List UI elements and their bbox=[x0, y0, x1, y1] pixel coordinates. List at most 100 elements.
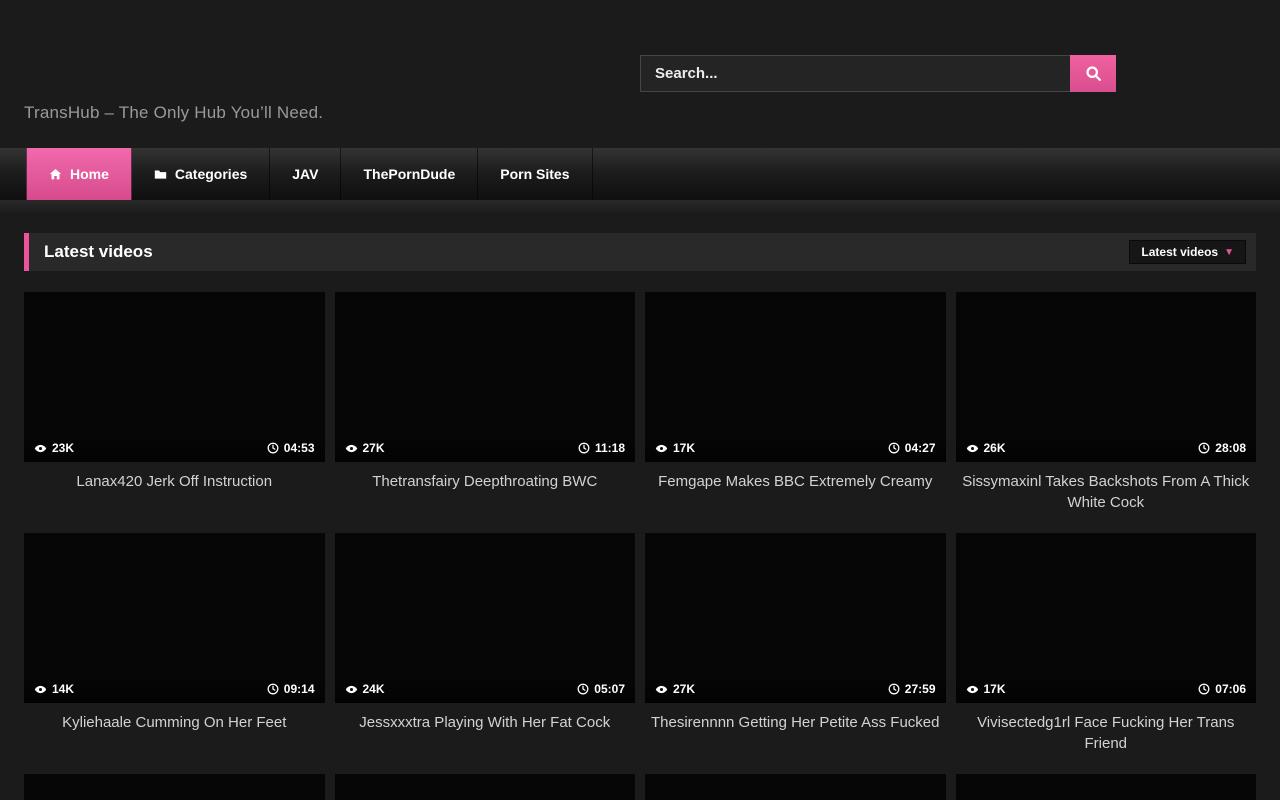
video-thumbnail[interactable] bbox=[335, 774, 636, 800]
nav-item-label: ThePornDude bbox=[363, 166, 455, 182]
video-thumbnail[interactable] bbox=[24, 774, 325, 800]
video-card[interactable]: 24K 05:07 Jessxxxtra Playing With Her Fa… bbox=[335, 533, 636, 749]
eye-icon bbox=[966, 683, 979, 696]
video-card[interactable]: 17K 04:27 Femgape Makes BBC Extremely Cr… bbox=[645, 292, 946, 508]
views-stat: 26K bbox=[966, 441, 1006, 455]
video-stats: 14K 09:14 bbox=[24, 675, 325, 703]
nav-item-porn-sites[interactable]: Porn Sites bbox=[478, 148, 592, 200]
views-stat: 17K bbox=[966, 682, 1006, 696]
video-card[interactable]: 23K 04:53 Lanax420 Jerk Off Instruction bbox=[24, 292, 325, 508]
video-thumbnail[interactable]: 14K 09:14 bbox=[24, 533, 325, 703]
video-thumbnail[interactable]: 27K 27:59 bbox=[645, 533, 946, 703]
video-thumbnail[interactable]: 24K 05:07 bbox=[335, 533, 636, 703]
video-title[interactable]: Jessxxxtra Playing With Her Fat Cock bbox=[335, 703, 636, 733]
video-thumbnail[interactable]: 23K 04:53 bbox=[24, 292, 325, 462]
clock-icon bbox=[1198, 442, 1210, 454]
sort-dropdown-label: Latest videos bbox=[1141, 245, 1218, 259]
duration-label: 04:53 bbox=[284, 441, 315, 455]
video-card-partial[interactable] bbox=[335, 774, 636, 800]
video-stats: 26K 28:08 bbox=[956, 434, 1257, 462]
video-card[interactable]: 27K 11:18 Thetransfairy Deepthroating BW… bbox=[335, 292, 636, 508]
duration-stat: 11:18 bbox=[578, 441, 625, 455]
nav-item-theporndude[interactable]: ThePornDude bbox=[341, 148, 478, 200]
video-card[interactable]: 26K 28:08 Sissymaxinl Takes Backshots Fr… bbox=[956, 292, 1257, 508]
nav-item-label: JAV bbox=[292, 166, 318, 182]
views-count: 24K bbox=[363, 682, 385, 696]
video-thumbnail[interactable]: 17K 04:27 bbox=[645, 292, 946, 462]
video-title[interactable]: Thetransfairy Deepthroating BWC bbox=[335, 462, 636, 492]
main-content: Latest videos Latest videos ▼ 23K 04:53 … bbox=[0, 233, 1280, 800]
video-title[interactable]: Lanax420 Jerk Off Instruction bbox=[24, 462, 325, 492]
clock-icon bbox=[577, 683, 589, 695]
views-stat: 23K bbox=[34, 441, 74, 455]
video-card[interactable]: 14K 09:14 Kyliehaale Cumming On Her Feet bbox=[24, 533, 325, 749]
duration-stat: 07:06 bbox=[1198, 682, 1246, 696]
search-button[interactable] bbox=[1070, 55, 1116, 92]
site-header: TransHub – The Only Hub You’ll Need. bbox=[0, 0, 1280, 148]
views-stat: 27K bbox=[655, 682, 695, 696]
video-card-partial[interactable] bbox=[956, 774, 1257, 800]
views-count: 23K bbox=[52, 441, 74, 455]
video-title[interactable]: Thesirennnn Getting Her Petite Ass Fucke… bbox=[645, 703, 946, 733]
duration-label: 04:27 bbox=[905, 441, 936, 455]
clock-icon bbox=[888, 442, 900, 454]
section-header: Latest videos Latest videos ▼ bbox=[24, 233, 1256, 271]
video-title[interactable]: Kyliehaale Cumming On Her Feet bbox=[24, 703, 325, 733]
views-count: 17K bbox=[984, 682, 1006, 696]
views-count: 17K bbox=[673, 441, 695, 455]
video-card-partial[interactable] bbox=[24, 774, 325, 800]
clock-icon bbox=[1198, 683, 1210, 695]
duration-stat: 04:53 bbox=[267, 441, 315, 455]
section-accent-bar bbox=[24, 233, 29, 271]
views-stat: 17K bbox=[655, 441, 695, 455]
video-card[interactable]: 17K 07:06 Vivisectedg1rl Face Fucking He… bbox=[956, 533, 1257, 749]
video-title[interactable]: Femgape Makes BBC Extremely Creamy bbox=[645, 462, 946, 492]
duration-stat: 04:27 bbox=[888, 441, 936, 455]
video-thumbnail[interactable]: 27K 11:18 bbox=[335, 292, 636, 462]
video-stats: 27K 27:59 bbox=[645, 675, 946, 703]
video-thumbnail[interactable]: 26K 28:08 bbox=[956, 292, 1257, 462]
home-icon bbox=[49, 168, 62, 181]
video-card[interactable]: 27K 27:59 Thesirennnn Getting Her Petite… bbox=[645, 533, 946, 749]
video-stats: 17K 07:06 bbox=[956, 675, 1257, 703]
video-card-partial[interactable] bbox=[645, 774, 946, 800]
video-stats: 24K 05:07 bbox=[335, 675, 636, 703]
duration-stat: 27:59 bbox=[888, 682, 936, 696]
views-count: 27K bbox=[673, 682, 695, 696]
video-thumbnail[interactable] bbox=[645, 774, 946, 800]
video-title[interactable]: Sissymaxinl Takes Backshots From A Thick… bbox=[956, 462, 1257, 513]
duration-label: 11:18 bbox=[595, 441, 625, 455]
eye-icon bbox=[655, 683, 668, 696]
duration-stat: 05:07 bbox=[577, 682, 625, 696]
video-thumbnail[interactable] bbox=[956, 774, 1257, 800]
nav-item-label: Categories bbox=[175, 166, 247, 182]
nav-item-jav[interactable]: JAV bbox=[270, 148, 341, 200]
video-thumbnail[interactable]: 17K 07:06 bbox=[956, 533, 1257, 703]
eye-icon bbox=[34, 683, 47, 696]
duration-stat: 28:08 bbox=[1198, 441, 1246, 455]
folder-icon bbox=[154, 168, 167, 181]
duration-label: 05:07 bbox=[594, 682, 625, 696]
views-stat: 27K bbox=[345, 441, 385, 455]
duration-label: 07:06 bbox=[1215, 682, 1246, 696]
search-input[interactable] bbox=[640, 55, 1070, 92]
site-tagline: TransHub – The Only Hub You’ll Need. bbox=[24, 103, 323, 123]
views-count: 26K bbox=[984, 441, 1006, 455]
main-nav: Home Categories JAV ThePornDude Porn Sit… bbox=[0, 148, 1280, 200]
views-count: 14K bbox=[52, 682, 74, 696]
duration-label: 09:14 bbox=[284, 682, 315, 696]
video-stats: 23K 04:53 bbox=[24, 434, 325, 462]
nav-item-home[interactable]: Home bbox=[26, 148, 132, 200]
video-stats: 17K 04:27 bbox=[645, 434, 946, 462]
video-title[interactable]: Vivisectedg1rl Face Fucking Her Trans Fr… bbox=[956, 703, 1257, 754]
video-grid: 23K 04:53 Lanax420 Jerk Off Instruction … bbox=[24, 292, 1256, 800]
views-stat: 14K bbox=[34, 682, 74, 696]
sort-dropdown-button[interactable]: Latest videos ▼ bbox=[1129, 240, 1246, 264]
nav-item-categories[interactable]: Categories bbox=[132, 148, 270, 200]
search-icon bbox=[1085, 65, 1102, 82]
clock-icon bbox=[267, 442, 279, 454]
eye-icon bbox=[966, 442, 979, 455]
nav-item-label: Home bbox=[70, 166, 109, 182]
video-stats: 27K 11:18 bbox=[335, 434, 636, 462]
eye-icon bbox=[34, 442, 47, 455]
